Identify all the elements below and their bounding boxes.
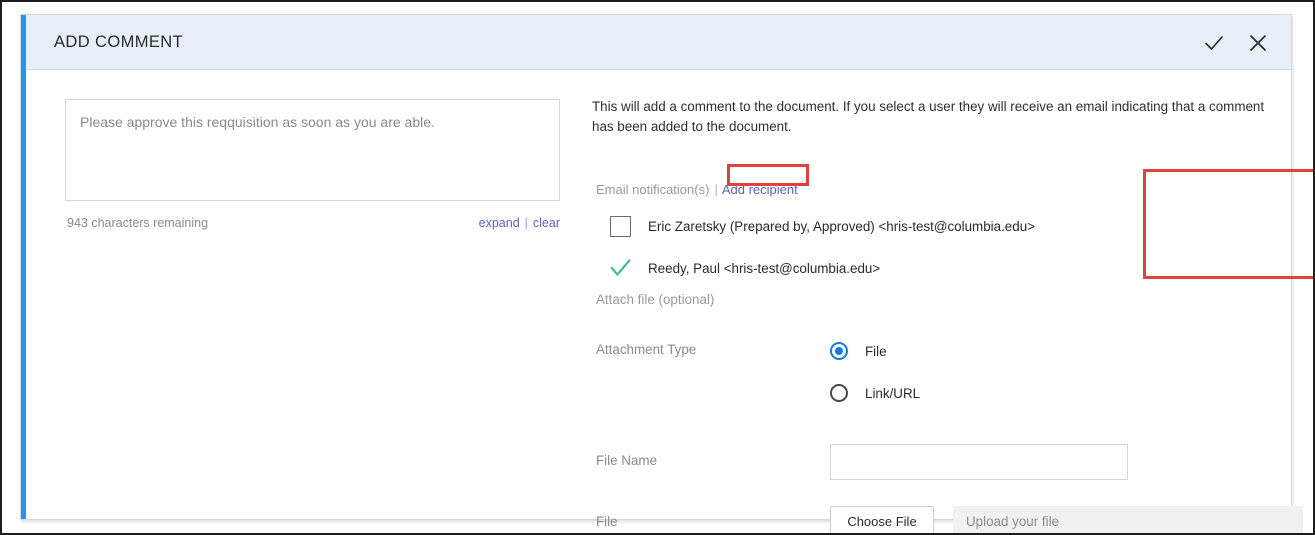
attachment-type-row: Attachment Type File Link/URL xyxy=(596,340,1308,404)
check-icon[interactable] xyxy=(1199,28,1229,58)
clear-link[interactable]: clear xyxy=(533,216,560,230)
upload-file-field[interactable]: Upload your file xyxy=(953,506,1303,533)
file-upload-control: Choose File Upload your file xyxy=(830,506,1308,533)
recipient-label: Reedy, Paul <hris-test@columbia.edu> xyxy=(648,260,881,276)
file-name-input[interactable] xyxy=(830,444,1128,480)
radio-file-icon[interactable] xyxy=(830,342,848,360)
recipient-checkbox-checked-icon[interactable] xyxy=(610,258,631,279)
panel-header: ADD COMMENT xyxy=(26,15,1291,70)
comment-textarea[interactable] xyxy=(65,99,560,201)
expand-link[interactable]: expand xyxy=(479,216,520,230)
comment-meta: 943 characters remaining expand | clear xyxy=(65,216,560,234)
file-name-row: File Name xyxy=(596,444,1308,480)
file-name-control xyxy=(830,444,1308,480)
character-count: 943 characters remaining xyxy=(67,216,209,230)
recipient-row: Eric Zaretsky (Prepared by, Approved) <h… xyxy=(596,211,1066,241)
page-title: ADD COMMENT xyxy=(54,33,184,51)
email-notification-section: Email notification(s) | Add recipient Eric… xyxy=(596,182,1066,283)
radio-link-url-label: Link/URL xyxy=(865,385,921,401)
details-column: This will add a comment to the document.… xyxy=(592,97,1313,533)
attachment-type-label: Attachment Type xyxy=(596,342,697,357)
attach-file-section-label: Attach file (optional) xyxy=(596,292,715,307)
file-controls: Choose File Upload your file xyxy=(830,506,1308,533)
file-name-label: File Name xyxy=(596,453,658,468)
radio-option-file[interactable]: File xyxy=(830,340,1308,362)
add-recipient-link[interactable]: Add recipient xyxy=(722,182,798,197)
file-upload-row: File Choose File Upload your file xyxy=(596,506,1308,533)
email-notification-header: Email notification(s) | Add recipient xyxy=(596,182,1066,200)
recipient-checkbox-unchecked[interactable] xyxy=(610,215,631,237)
email-header-separator: | xyxy=(714,182,718,197)
attachment-type-options: File Link/URL xyxy=(830,340,1308,404)
screenshot-root: ADD COMMENT 943 chara xyxy=(0,0,1315,535)
radio-option-link-url[interactable]: Link/URL xyxy=(830,382,1308,404)
annotation-rectangle-email-block xyxy=(1143,169,1313,279)
file-label: File xyxy=(596,514,618,529)
header-actions xyxy=(1199,28,1273,58)
choose-file-button[interactable]: Choose File xyxy=(830,506,934,533)
recipient-row: Reedy, Paul <hris-test@columbia.edu> xyxy=(596,253,1066,283)
comment-column: 943 characters remaining expand | clear xyxy=(65,99,560,234)
recipient-label: Eric Zaretsky (Prepared by, Approved) <h… xyxy=(648,218,1035,234)
radio-link-url-icon[interactable] xyxy=(830,384,848,402)
email-notification-label: Email notification(s) xyxy=(596,182,710,197)
add-comment-panel: ADD COMMENT 943 chara xyxy=(20,14,1313,533)
description-text: This will add a comment to the document.… xyxy=(592,99,1265,135)
comment-actions: expand | clear xyxy=(479,216,560,230)
panel-body: 943 characters remaining expand | clear Th… xyxy=(26,71,1313,533)
meta-separator: | xyxy=(524,216,528,230)
radio-file-label: File xyxy=(865,343,887,359)
close-icon[interactable] xyxy=(1243,28,1273,58)
